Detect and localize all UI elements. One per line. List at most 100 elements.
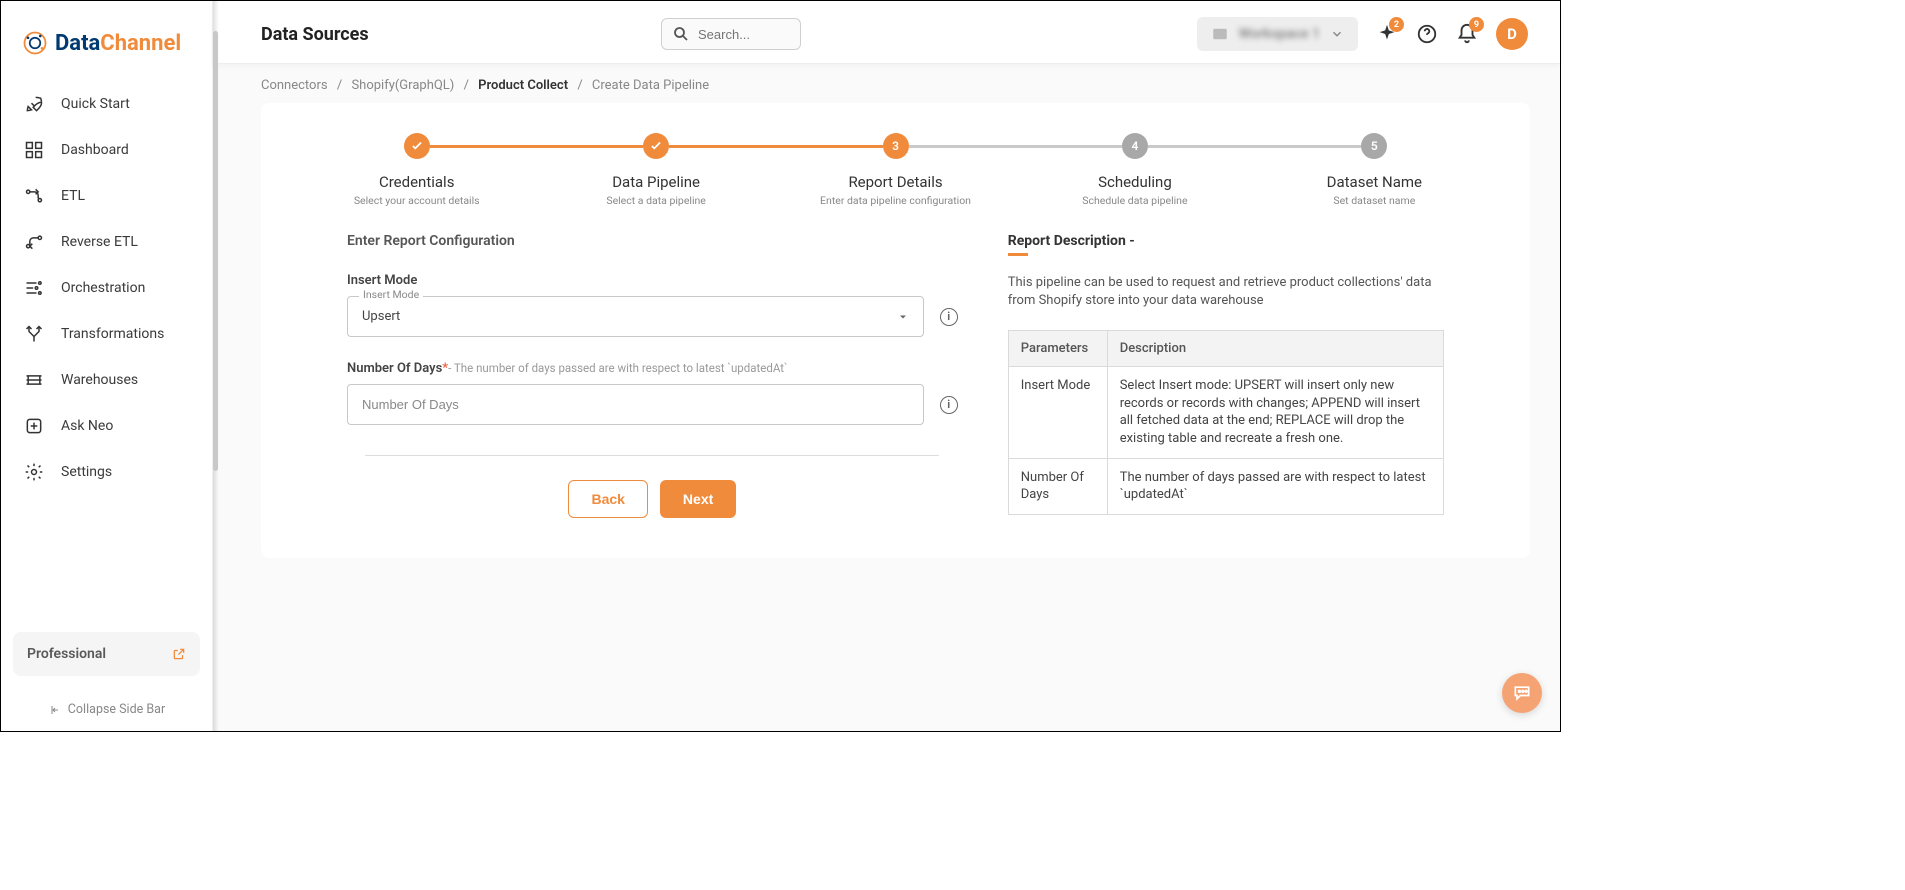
sparkle-button[interactable]: 2	[1376, 23, 1398, 45]
plan-label: Professional	[27, 646, 106, 662]
info-icon[interactable]: i	[940, 308, 958, 326]
page-title: Data Sources	[261, 24, 641, 45]
header: Data Sources Workspace 1 2	[213, 1, 1560, 64]
breadcrumb: Connectors / Shopify(GraphQL) / Product …	[213, 64, 1560, 103]
sidebar-item-dashboard[interactable]: Dashboard	[9, 127, 204, 173]
scrollbar-thumb[interactable]	[213, 31, 218, 471]
breadcrumb-item[interactable]: Create Data Pipeline	[592, 78, 709, 93]
ask-neo-icon	[23, 415, 45, 437]
step-number: 3	[883, 133, 909, 159]
section-title: Enter Report Configuration	[347, 233, 958, 249]
stepper: Credentials Select your account details …	[297, 133, 1494, 207]
sidebar-item-label: Warehouses	[61, 372, 138, 388]
sidebar-item-label: Dashboard	[61, 142, 129, 158]
num-days-label: Number Of Days*- The number of days pass…	[347, 361, 958, 376]
num-days-input[interactable]	[347, 384, 924, 425]
collapse-sidebar-button[interactable]: Collapse Side Bar	[1, 688, 212, 731]
step-title: Data Pipeline	[536, 173, 775, 191]
workspace-dropdown[interactable]: Workspace 1	[1197, 17, 1358, 51]
step-subtitle: Select your account details	[297, 194, 536, 207]
sidebar: DataChannel Quick Start Dashboard ETL Re…	[1, 1, 213, 731]
sidebar-item-reverse-etl[interactable]: Reverse ETL	[9, 219, 204, 265]
dashboard-icon	[23, 139, 45, 161]
table-header: Parameters	[1008, 331, 1107, 367]
step-title: Credentials	[297, 173, 536, 191]
step-number: 4	[1122, 133, 1148, 159]
bell-badge: 9	[1469, 17, 1484, 32]
step-subtitle: Select a data pipeline	[536, 194, 775, 207]
logo-text-1: Data	[55, 31, 100, 56]
sidebar-item-label: ETL	[61, 188, 85, 204]
description-column: Report Description - This pipeline can b…	[1008, 233, 1444, 518]
description-text: This pipeline can be used to request and…	[1008, 274, 1444, 310]
chevron-down-icon	[1330, 27, 1344, 41]
breadcrumb-sep: /	[577, 78, 582, 93]
sidebar-item-label: Reverse ETL	[61, 234, 138, 250]
breadcrumb-item[interactable]: Product Collect	[478, 78, 568, 93]
gear-icon	[23, 461, 45, 483]
avatar[interactable]: D	[1496, 18, 1528, 50]
table-cell: Number Of Days	[1008, 458, 1107, 514]
insert-mode-select[interactable]: Upsert	[347, 296, 924, 337]
breadcrumb-sep: /	[464, 78, 469, 93]
sparkle-badge: 2	[1389, 17, 1404, 32]
step-number: 5	[1361, 133, 1387, 159]
step-subtitle: Schedule data pipeline	[1015, 194, 1254, 207]
sidebar-item-etl[interactable]: ETL	[9, 173, 204, 219]
sidebar-item-label: Settings	[61, 464, 112, 480]
breadcrumb-item[interactable]: Connectors	[261, 78, 328, 93]
description-underline	[1008, 253, 1028, 256]
bell-button[interactable]: 9	[1456, 23, 1478, 45]
description-title: Report Description -	[1008, 233, 1444, 249]
workspace-name: Workspace 1	[1239, 26, 1320, 42]
step-subtitle: Enter data pipeline configuration	[776, 194, 1015, 207]
step-subtitle: Set dataset name	[1255, 194, 1494, 207]
workspace-icon	[1211, 25, 1229, 43]
search-box[interactable]	[661, 18, 801, 50]
back-button[interactable]: Back	[568, 480, 647, 518]
etl-icon	[23, 185, 45, 207]
sidebar-item-transformations[interactable]: Transformations	[9, 311, 204, 357]
breadcrumb-sep: /	[337, 78, 342, 93]
breadcrumb-item[interactable]: Shopify(GraphQL)	[351, 78, 454, 93]
nav: Quick Start Dashboard ETL Reverse ETL Or…	[1, 77, 212, 620]
sidebar-item-orchestration[interactable]: Orchestration	[9, 265, 204, 311]
logo-icon	[21, 29, 49, 57]
table-cell: The number of days passed are with respe…	[1107, 458, 1443, 514]
sidebar-item-label: Ask Neo	[61, 418, 113, 434]
search-icon	[672, 25, 690, 43]
sidebar-item-ask-neo[interactable]: Ask Neo	[9, 403, 204, 449]
step-title: Scheduling	[1015, 173, 1254, 191]
orchestration-icon	[23, 277, 45, 299]
sidebar-item-warehouses[interactable]: Warehouses	[9, 357, 204, 403]
sidebar-item-label: Orchestration	[61, 280, 145, 296]
check-icon	[404, 133, 430, 159]
step-credentials[interactable]: Credentials Select your account details	[297, 133, 536, 207]
sidebar-item-label: Transformations	[61, 326, 164, 342]
sidebar-item-settings[interactable]: Settings	[9, 449, 204, 495]
rocket-icon	[23, 93, 45, 115]
next-button[interactable]: Next	[660, 480, 736, 518]
table-row: Insert Mode Select Insert mode: UPSERT w…	[1008, 367, 1443, 458]
external-link-icon	[172, 647, 186, 661]
dropdown-icon	[897, 311, 909, 323]
check-icon	[643, 133, 669, 159]
logo[interactable]: DataChannel	[1, 1, 212, 77]
info-icon[interactable]: i	[940, 396, 958, 414]
chat-button[interactable]	[1502, 673, 1542, 713]
logo-text-2: Channel	[100, 31, 181, 56]
table-header: Description	[1107, 331, 1443, 367]
step-title: Dataset Name	[1255, 173, 1494, 191]
sidebar-item-label: Quick Start	[61, 96, 130, 112]
divider	[365, 455, 939, 456]
main: Data Sources Workspace 1 2	[213, 1, 1560, 731]
table-cell: Select Insert mode: UPSERT will insert o…	[1107, 367, 1443, 458]
insert-mode-value: Upsert	[362, 309, 400, 324]
sidebar-item-quick-start[interactable]: Quick Start	[9, 81, 204, 127]
transformations-icon	[23, 323, 45, 345]
search-input[interactable]	[698, 27, 790, 42]
plan-box[interactable]: Professional	[13, 632, 200, 676]
form-column: Enter Report Configuration Insert Mode I…	[347, 233, 958, 518]
warehouse-icon	[23, 369, 45, 391]
help-button[interactable]	[1416, 23, 1438, 45]
